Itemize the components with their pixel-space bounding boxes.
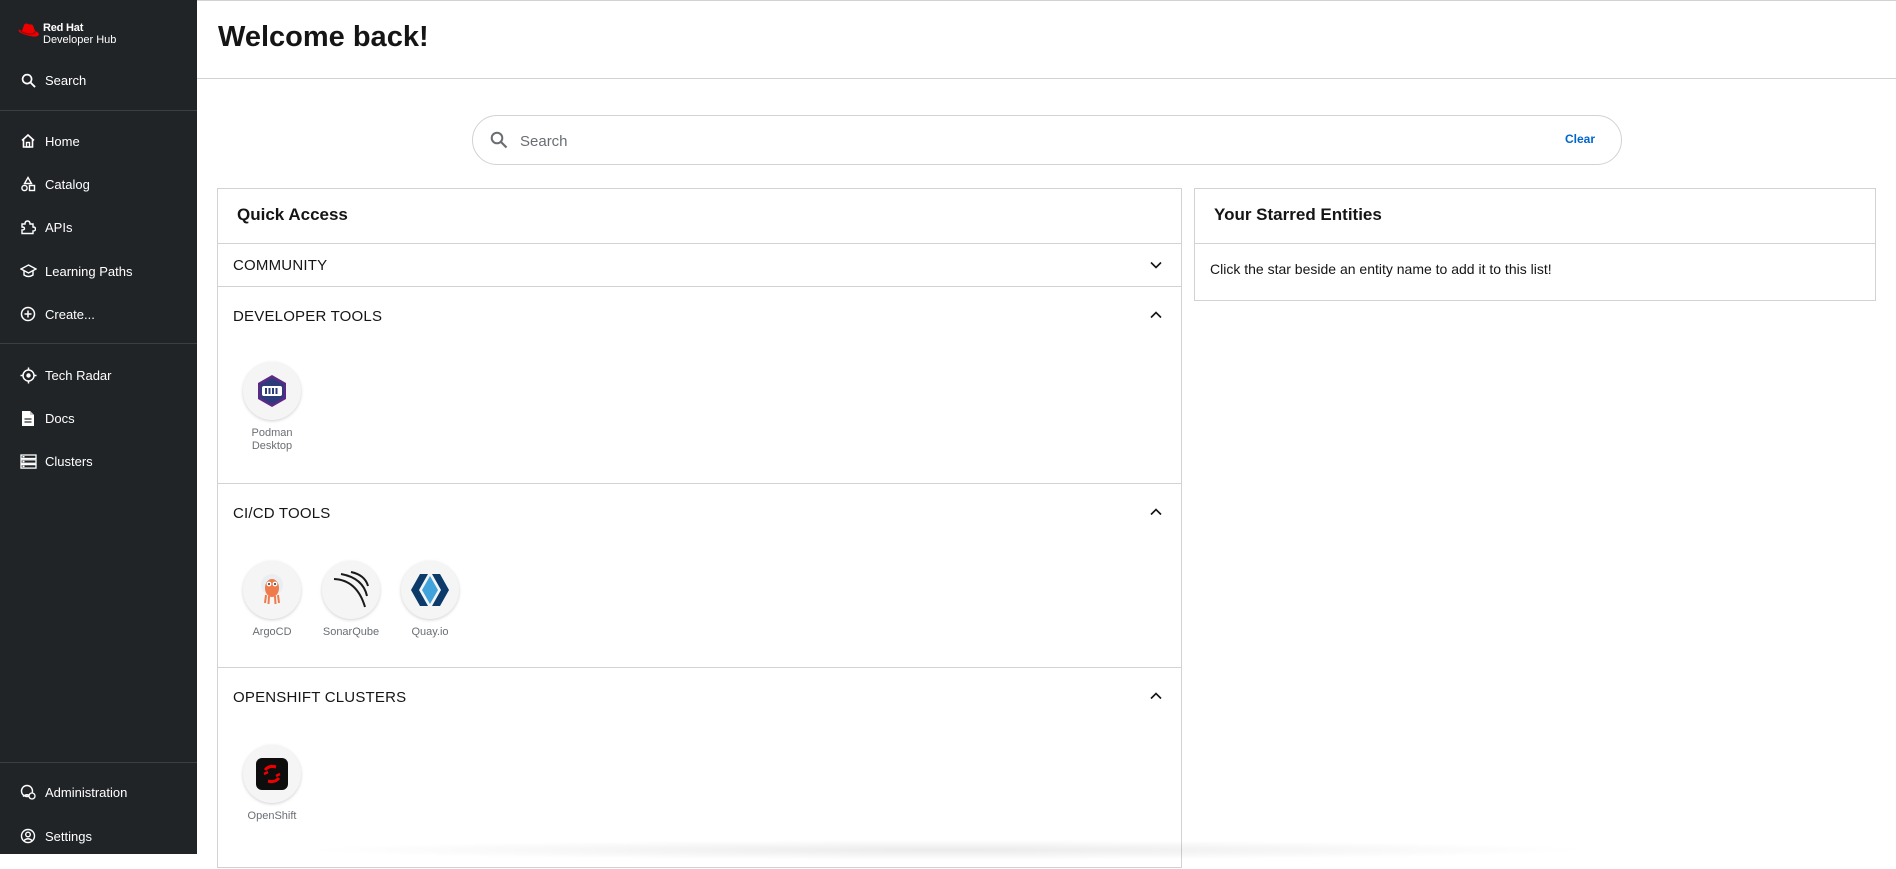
sidebar: Red Hat Developer Hub Search Home Catalo… [0, 0, 197, 854]
chevron-up-icon[interactable] [1149, 308, 1163, 322]
school-icon [19, 262, 37, 280]
chevron-down-icon[interactable] [1149, 258, 1163, 272]
sidebar-item-label: Docs [45, 410, 75, 426]
document-icon [19, 409, 37, 427]
search-icon [490, 131, 508, 154]
brand-name: Red Hat [43, 22, 84, 34]
redhat-logo-icon [18, 23, 39, 37]
section-openshift-clusters: OPENSHIFT CLUSTERS OpenShift [218, 668, 1181, 869]
tile-label: ArgoCD [252, 626, 292, 638]
quick-access-tile[interactable]: ArgoCD [233, 561, 311, 639]
sidebar-divider [0, 343, 197, 344]
empty-state-text: Click the star beside an entity name to … [1210, 261, 1552, 277]
quick-access-tile[interactable]: Podman Desktop [233, 362, 311, 453]
sidebar-item-label: Learning Paths [45, 263, 133, 279]
section-community: COMMUNITY [218, 244, 1181, 287]
search-input[interactable] [518, 128, 1522, 154]
argocd-icon [243, 561, 301, 619]
account-icon [19, 827, 37, 845]
section-header-community[interactable]: COMMUNITY [233, 257, 327, 274]
card-title: Quick Access [237, 205, 348, 224]
sidebar-item-label: Settings [45, 828, 92, 844]
sidebar-divider [0, 762, 197, 763]
add-circle-icon [19, 305, 37, 323]
podman-icon [243, 362, 301, 420]
sidebar-item-catalog[interactable]: Catalog [0, 164, 197, 204]
card-title: Your Starred Entities [1214, 205, 1382, 224]
tile-label: SonarQube [322, 626, 380, 638]
sidebar-item-settings[interactable]: Settings [0, 816, 197, 856]
tile-label: Quay.io [411, 626, 449, 638]
sidebar-item-tech-radar[interactable]: Tech Radar [0, 355, 197, 395]
sidebar-item-docs[interactable]: Docs [0, 398, 197, 438]
quick-access-tile[interactable]: OpenShift [233, 745, 311, 823]
search-icon [19, 71, 37, 89]
starred-entities-card: Your Starred Entities Click the star bes… [1194, 188, 1876, 301]
sidebar-item-label: Catalog [45, 176, 90, 192]
catalog-icon [19, 175, 37, 193]
sonarqube-icon [322, 561, 380, 619]
section-cicd-tools: CI/CD TOOLS ArgoCD SonarQube Quay.io [218, 484, 1181, 668]
quay-icon [401, 561, 459, 619]
main-content: Welcome back! Clear Quick Access COMMUNI… [197, 0, 1896, 868]
sidebar-item-label: Administration [45, 784, 128, 800]
sidebar-item-learning-paths[interactable]: Learning Paths [0, 251, 197, 291]
sidebar-divider [0, 110, 197, 111]
tile-label: OpenShift [247, 810, 297, 822]
home-icon [19, 132, 37, 150]
sidebar-item-home[interactable]: Home [0, 121, 197, 161]
brand-product: Developer Hub [43, 34, 117, 46]
sidebar-item-create[interactable]: Create... [0, 294, 197, 334]
puzzle-icon [19, 218, 37, 236]
quick-access-card: Quick Access COMMUNITY DEVELOPER TOOLS P… [217, 188, 1182, 868]
card-header-divider [1195, 243, 1875, 244]
sidebar-item-label: Create... [45, 306, 95, 322]
tile-label: Podman Desktop [251, 427, 293, 452]
page-title: Welcome back! [218, 21, 429, 53]
sidebar-item-apis[interactable]: APIs [0, 207, 197, 247]
clear-button[interactable]: Clear [1565, 132, 1595, 146]
admin-icon [19, 783, 37, 801]
bottom-shadow [297, 840, 1597, 860]
sidebar-item-label: APIs [45, 219, 73, 235]
chevron-up-icon[interactable] [1149, 689, 1163, 703]
sidebar-search[interactable]: Search [0, 60, 197, 100]
radar-icon [19, 366, 37, 384]
section-header-cicd-tools[interactable]: CI/CD TOOLS [233, 505, 331, 522]
search-bar[interactable]: Clear [472, 115, 1622, 165]
section-header-developer-tools[interactable]: DEVELOPER TOOLS [233, 308, 382, 325]
page-header: Welcome back! [197, 1, 1896, 79]
chevron-up-icon[interactable] [1149, 505, 1163, 519]
sidebar-item-label: Home [45, 133, 80, 149]
sidebar-search-label: Search [45, 72, 87, 88]
openshift-icon [243, 745, 301, 803]
section-header-openshift-clusters[interactable]: OPENSHIFT CLUSTERS [233, 689, 406, 706]
quick-access-tile[interactable]: Quay.io [391, 561, 469, 639]
sidebar-item-label: Tech Radar [45, 367, 112, 383]
sidebar-item-clusters[interactable]: Clusters [0, 441, 197, 481]
sidebar-item-label: Clusters [45, 453, 93, 469]
brand-logo[interactable]: Red Hat Developer Hub [18, 22, 116, 46]
clusters-icon [19, 452, 37, 470]
sidebar-item-administration[interactable]: Administration [0, 772, 197, 812]
quick-access-tile[interactable]: SonarQube [312, 561, 390, 639]
section-developer-tools: DEVELOPER TOOLS Podman Desktop [218, 287, 1181, 484]
